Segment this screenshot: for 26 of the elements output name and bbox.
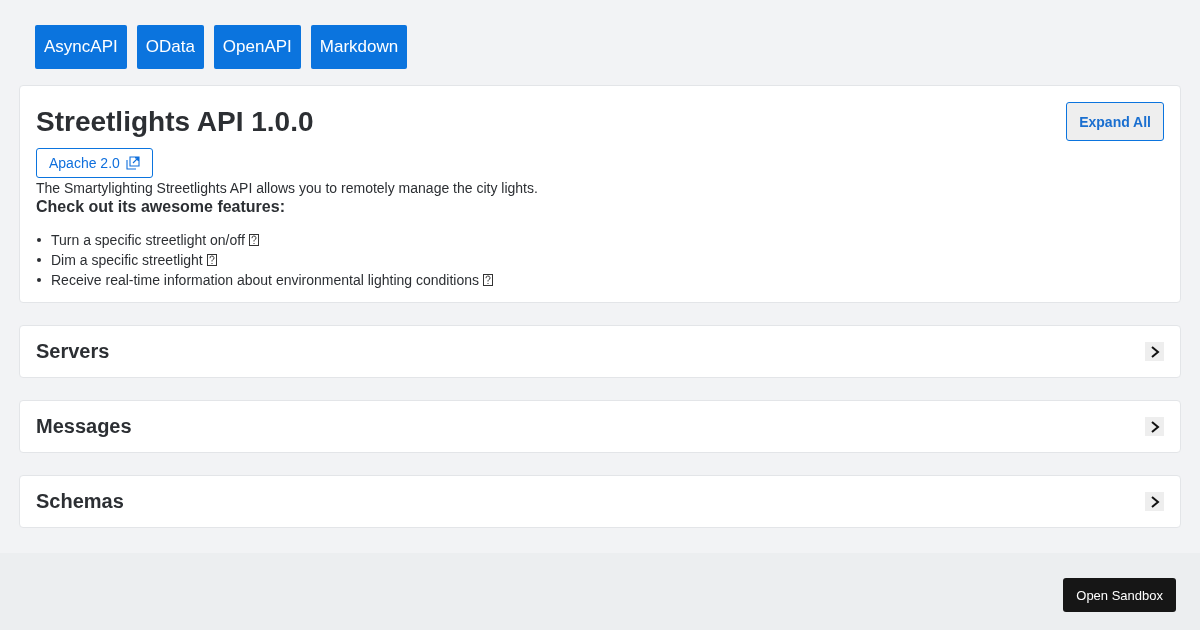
format-tab[interactable]: AsyncAPI — [35, 25, 127, 69]
expand-toggle-button[interactable] — [1145, 417, 1164, 436]
unknown-glyph-icon — [206, 254, 217, 266]
unknown-glyph-icon — [483, 274, 493, 286]
section-title: Messages — [36, 415, 132, 438]
api-description: The Smartylighting Streetlights API allows you to remotely manage the city lights. — [36, 180, 539, 196]
format-tab[interactable]: OData — [136, 25, 204, 69]
feature-item: Receive real-time information about environmental lighting conditions — [51, 271, 479, 290]
open-sandbox-button[interactable]: Open Sandbox — [1063, 578, 1176, 612]
feature-item: Dim a specific streetlight — [51, 251, 203, 270]
license-link[interactable]: Apache 2.0 — [36, 148, 153, 178]
unknown-glyph-icon — [248, 234, 259, 246]
expand-all-button[interactable]: Expand All — [1066, 102, 1164, 141]
expand-toggle-button[interactable] — [1145, 342, 1164, 361]
api-title: Streetlights API 1.0.0 — [36, 106, 314, 138]
expand-toggle-button[interactable] — [1145, 492, 1164, 511]
section-title: Servers — [36, 340, 110, 363]
external-link-icon — [125, 156, 140, 170]
bullet-icon — [37, 278, 41, 282]
format-tab[interactable]: OpenAPI — [213, 25, 301, 69]
format-tab[interactable]: Markdown — [310, 25, 408, 69]
section-title: Schemas — [36, 490, 124, 513]
features-heading: Check out its awesome features: — [36, 198, 286, 216]
bullet-icon — [37, 258, 41, 262]
bullet-icon — [37, 238, 41, 242]
feature-item: Turn a specific streetlight on/off — [51, 231, 245, 250]
